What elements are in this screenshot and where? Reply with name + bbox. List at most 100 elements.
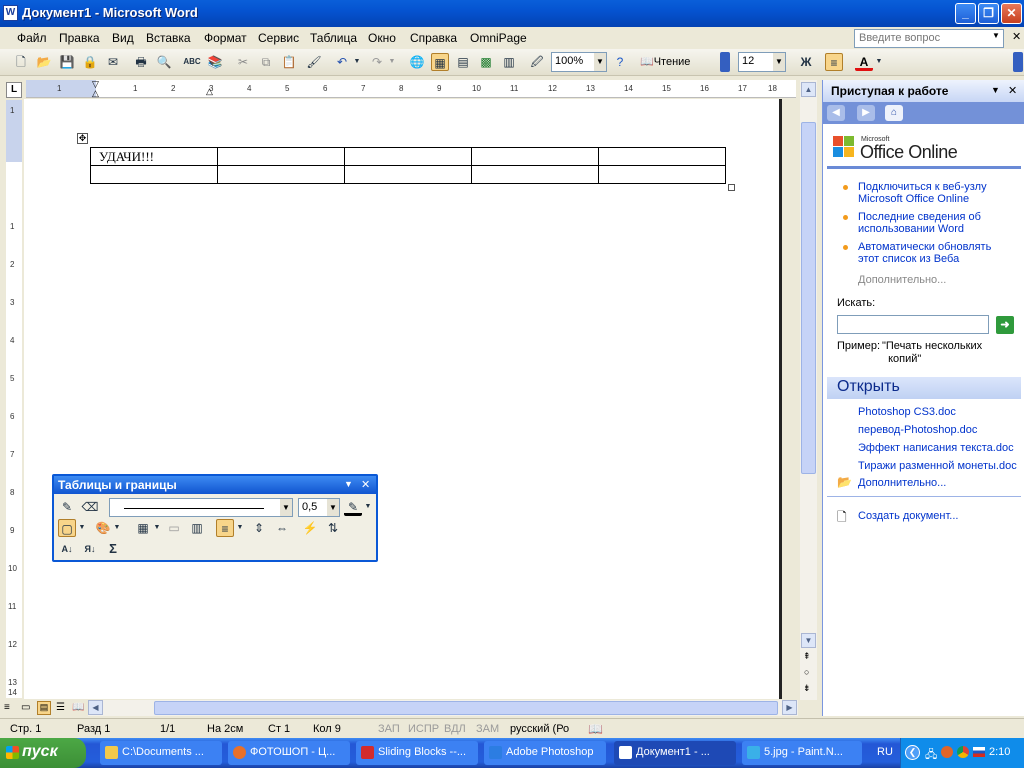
redo-dropdown-icon[interactable]: ▼ <box>387 53 397 71</box>
link-more[interactable]: Дополнительно... <box>858 274 946 286</box>
distribute-rows-icon[interactable]: ⇕ <box>250 519 268 537</box>
normal-view-icon[interactable]: ≡ <box>4 702 10 713</box>
back-icon[interactable]: ◀ <box>827 105 845 121</box>
table-cell[interactable] <box>90 165 218 184</box>
table-cell[interactable] <box>471 165 599 184</box>
font-color-button[interactable]: A <box>855 53 873 71</box>
tab-stop-marker[interactable]: △ <box>206 86 213 97</box>
columns-icon[interactable]: ▥ <box>500 53 518 71</box>
zoom-dropdown-icon[interactable]: ▼ <box>594 53 606 71</box>
status-track-changes[interactable]: ИСПР <box>408 723 439 735</box>
recent-file[interactable]: Эффект написания текста.doc <box>858 442 1014 454</box>
menu-edit[interactable]: Правка <box>59 31 100 45</box>
eraser-icon[interactable]: ⌫ <box>81 498 99 516</box>
border-color-icon[interactable]: ✎ <box>344 498 362 516</box>
draw-table-icon[interactable]: ✎ <box>58 498 76 516</box>
table-autoformat-icon[interactable]: ⚡ <box>301 519 319 537</box>
email-icon[interactable]: ✉ <box>104 53 122 71</box>
home-icon[interactable]: ⌂ <box>885 105 903 121</box>
font-size-select[interactable]: 12 ▼ <box>738 52 786 72</box>
tables-borders-icon[interactable]: ▦ <box>431 53 449 71</box>
outside-border-icon[interactable]: ▢ <box>58 519 76 537</box>
browse-object-icon[interactable]: ○ <box>804 667 809 677</box>
network-icon[interactable]: 🖧 <box>925 746 937 765</box>
scroll-up-button[interactable]: ▲ <box>801 82 816 97</box>
minimize-button[interactable]: _ <box>955 3 976 24</box>
font-size-dropdown-icon[interactable]: ▼ <box>773 53 785 71</box>
line-style-select[interactable]: ▼ <box>109 498 293 517</box>
taskbar-item[interactable]: C:\Documents ... <box>100 741 222 765</box>
menu-window[interactable]: Окно <box>368 31 396 45</box>
scroll-thumb[interactable] <box>801 122 816 474</box>
chrome-icon[interactable] <box>957 746 969 758</box>
line-weight-select[interactable]: 0,5 ▼ <box>298 498 340 517</box>
document-page[interactable]: ✥ УДАЧИ!!! <box>24 99 782 699</box>
link-connect-online[interactable]: Подключиться к веб-узлу Microsoft Office … <box>858 181 987 205</box>
toolbar-options-handle[interactable] <box>720 52 730 72</box>
recent-file[interactable]: Тиражи разменной монеты.doc <box>858 460 1017 472</box>
left-indent-marker[interactable]: ▽ △ <box>92 80 102 98</box>
spelling-icon[interactable]: ABC <box>183 53 201 71</box>
menu-close-doc-icon[interactable]: ✕ <box>1012 30 1021 43</box>
start-button[interactable]: пуск <box>0 738 86 768</box>
drawing-icon[interactable]: 🖉 <box>528 53 546 71</box>
task-pane-menu-icon[interactable]: ▼ <box>991 85 1000 95</box>
taskbar-item[interactable]: 5.jpg - Paint.N... <box>742 741 862 765</box>
line-style-dropdown-icon[interactable]: ▼ <box>280 499 292 516</box>
ask-question-input[interactable]: Введите вопрос <box>854 29 1004 48</box>
format-painter-icon[interactable]: 🖌 <box>305 53 323 71</box>
border-dropdown-icon[interactable]: ▼ <box>77 519 87 537</box>
shading-color-icon[interactable]: 🎨 <box>94 519 112 537</box>
toolbar-options-icon[interactable]: ▼ <box>344 479 353 489</box>
insert-table-dropdown-icon[interactable]: ▼ <box>152 519 162 537</box>
split-cells-icon[interactable]: ▥ <box>188 519 206 537</box>
table-move-handle[interactable]: ✥ <box>77 133 88 144</box>
autosum-icon[interactable]: Σ <box>104 540 122 558</box>
recent-file[interactable]: перевод-Photoshop.doc <box>858 424 977 436</box>
print-preview-icon[interactable]: 🔍 <box>155 53 173 71</box>
distribute-columns-icon[interactable]: ⇔ <box>273 519 291 537</box>
insert-table-icon[interactable]: ▤ <box>454 53 472 71</box>
hscroll-thumb[interactable] <box>154 701 778 715</box>
table-cell[interactable] <box>471 147 599 166</box>
shading-dropdown-icon[interactable]: ▼ <box>112 519 122 537</box>
menu-format[interactable]: Формат <box>204 31 247 45</box>
cut-icon[interactable]: ✂ <box>234 53 252 71</box>
link-create-document[interactable]: Создать документ... <box>858 510 958 522</box>
scroll-left-button[interactable]: ◀ <box>88 700 103 715</box>
tray-expand-icon[interactable]: ❮ <box>905 745 920 760</box>
language-indicator[interactable]: RU <box>877 746 893 758</box>
recent-file[interactable]: Photoshop CS3.doc <box>858 406 956 418</box>
link-latest-news[interactable]: Последние сведения об использовании Word <box>858 211 981 235</box>
outline-view-icon[interactable]: ☰ <box>56 702 65 713</box>
antivirus-icon[interactable] <box>941 746 953 758</box>
table-cell[interactable] <box>598 165 726 184</box>
undo-icon[interactable]: ↶ <box>333 53 351 71</box>
reading-mode-button[interactable]: 📖Чтение <box>640 55 690 68</box>
border-color-dropdown-icon[interactable]: ▼ <box>363 498 373 516</box>
menu-insert[interactable]: Вставка <box>146 31 191 45</box>
help-icon[interactable]: ? <box>611 53 629 71</box>
next-page-icon[interactable]: ⇟ <box>803 683 811 694</box>
tab-selector[interactable]: L <box>6 82 22 98</box>
status-extend[interactable]: ВДЛ <box>444 723 466 735</box>
taskbar-item[interactable]: ФОТОШОП - Ц... <box>228 741 350 765</box>
copy-icon[interactable]: ⧉ <box>257 53 275 71</box>
redo-icon[interactable]: ↷ <box>368 53 386 71</box>
taskbar-item[interactable]: Sliding Blocks --... <box>356 741 478 765</box>
text-direction-icon[interactable]: ⇅ <box>324 519 342 537</box>
previous-page-icon[interactable]: ⇞ <box>803 651 811 662</box>
research-icon[interactable]: 📚 <box>206 53 224 71</box>
print-layout-icon[interactable]: ▤ <box>37 701 51 715</box>
bold-button[interactable]: Ж <box>797 53 815 71</box>
table-cell[interactable] <box>217 147 345 166</box>
restore-button[interactable]: ❐ <box>978 3 999 24</box>
scroll-down-button[interactable]: ▼ <box>801 633 816 648</box>
undo-dropdown-icon[interactable]: ▼ <box>352 53 362 71</box>
menu-omnipage[interactable]: OmniPage <box>470 31 527 45</box>
link-more-files[interactable]: Дополнительно... <box>858 477 946 489</box>
table-cell[interactable] <box>344 165 472 184</box>
table-cell[interactable] <box>344 147 472 166</box>
insert-excel-icon[interactable]: ▩ <box>477 53 495 71</box>
align-left-button[interactable]: ≡ <box>825 53 843 71</box>
